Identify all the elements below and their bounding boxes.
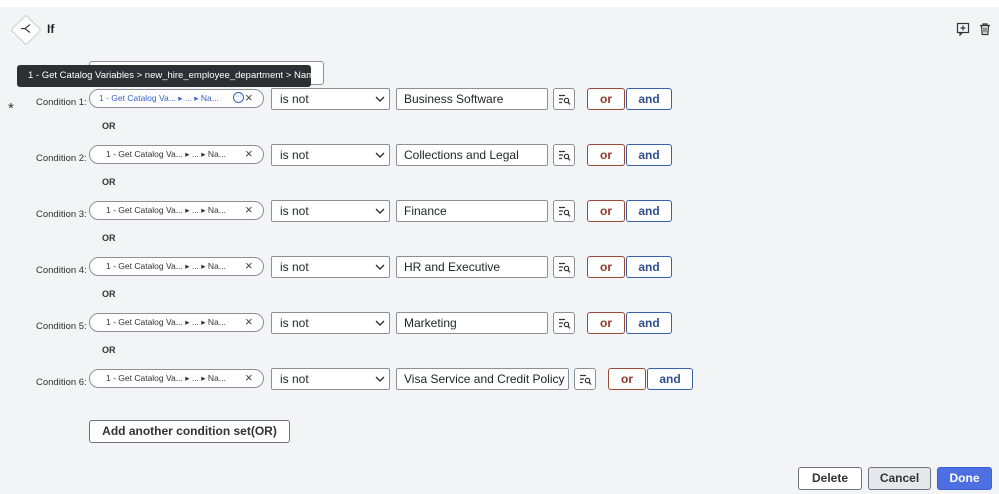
flow-if-panel: If 1 - Get Catalog Variables > new_hire_… (0, 7, 999, 494)
close-icon[interactable]: × (245, 259, 257, 272)
and-button[interactable]: and (647, 368, 693, 390)
or-separator: OR (102, 233, 116, 243)
and-button[interactable]: and (626, 88, 672, 110)
data-pill-picker-button[interactable] (553, 88, 575, 110)
operator-select[interactable]: is not (271, 88, 390, 110)
or-button[interactable]: or (587, 200, 625, 222)
operator-value: is not (280, 372, 309, 386)
delete-button[interactable]: Delete (798, 467, 862, 490)
data-pill-text: 1 - Get Catalog Va... ▸ ... ▸ Na... (106, 317, 226, 327)
condition-value-input[interactable]: Business Software (396, 88, 548, 110)
chevron-down-icon (375, 96, 385, 102)
data-pill-picker-icon (559, 318, 571, 329)
condition-value-input[interactable]: Collections and Legal (396, 144, 548, 166)
data-pill-picker-button[interactable] (553, 200, 575, 222)
operator-select[interactable]: is not (271, 144, 390, 166)
step-title: If (47, 22, 55, 36)
data-pill-picker-button[interactable] (574, 368, 596, 390)
data-pill-text: 1 - Get Catalog Va... ▸ ... ▸ Na... (106, 373, 226, 383)
or-separator: OR (102, 177, 116, 187)
condition-value-text: Marketing (404, 316, 457, 330)
data-pill-field-4[interactable]: 1 - Get Catalog Va... ▸ ... ▸ Na... × (89, 257, 264, 276)
operator-value: is not (280, 260, 309, 274)
or-button[interactable]: or (587, 144, 625, 166)
data-pill-picker-button[interactable] (553, 256, 575, 278)
chevron-down-icon (375, 152, 385, 158)
more-icon[interactable]: ··· (233, 92, 244, 103)
condition-value-input[interactable]: Finance (396, 200, 548, 222)
data-pill-tooltip: 1 - Get Catalog Variables > new_hire_emp… (17, 65, 319, 87)
operator-select[interactable]: is not (271, 200, 390, 222)
data-pill-text: 1 - Get Catalog Va... ▸ ... ▸ Na... (99, 93, 219, 103)
or-button[interactable]: or (587, 256, 625, 278)
data-pill-picker-icon (559, 94, 571, 105)
condition-value-text: Business Software (404, 92, 504, 106)
or-separator: OR (102, 345, 116, 355)
condition-value-text: HR and Executive (404, 260, 501, 274)
close-icon[interactable]: × (245, 315, 257, 328)
or-button[interactable]: or (608, 368, 646, 390)
required-marker: * (8, 100, 14, 117)
condition-value-text: Visa Service and Credit Policy (404, 372, 565, 386)
and-button[interactable]: and (626, 312, 672, 334)
data-pill-text: 1 - Get Catalog Va... ▸ ... ▸ Na... (106, 261, 226, 271)
data-pill-picker-icon (559, 206, 571, 217)
done-button[interactable]: Done (937, 467, 992, 490)
or-separator: OR (102, 121, 116, 131)
add-comment-icon[interactable] (956, 22, 970, 36)
condition-label: Condition 4: (36, 265, 87, 276)
cancel-button[interactable]: Cancel (868, 467, 931, 490)
chevron-down-icon (375, 320, 385, 326)
data-pill-picker-icon (580, 374, 592, 385)
data-pill-text: 1 - Get Catalog Va... ▸ ... ▸ Na... (106, 205, 226, 215)
data-pill-field-1[interactable]: 1 - Get Catalog Va... ▸ ... ▸ Na... ··· … (89, 89, 264, 108)
data-pill-field-2[interactable]: 1 - Get Catalog Va... ▸ ... ▸ Na... × (89, 145, 264, 164)
operator-value: is not (280, 316, 309, 330)
or-separator: OR (102, 289, 116, 299)
close-icon[interactable]: × (245, 147, 257, 160)
close-icon[interactable]: × (245, 91, 257, 104)
and-button[interactable]: and (626, 256, 672, 278)
operator-select[interactable]: is not (271, 312, 390, 334)
trash-icon[interactable] (978, 22, 992, 36)
chevron-down-icon (375, 264, 385, 270)
branch-icon (10, 14, 42, 46)
or-button[interactable]: or (587, 88, 625, 110)
and-button[interactable]: and (626, 200, 672, 222)
condition-label: Condition 5: (36, 321, 87, 332)
data-pill-picker-button[interactable] (553, 144, 575, 166)
condition-value-text: Collections and Legal (404, 148, 519, 162)
data-pill-picker-icon (559, 150, 571, 161)
data-pill-field-6[interactable]: 1 - Get Catalog Va... ▸ ... ▸ Na... × (89, 369, 264, 388)
condition-value-input[interactable]: Marketing (396, 312, 548, 334)
data-pill-field-5[interactable]: 1 - Get Catalog Va... ▸ ... ▸ Na... × (89, 313, 264, 332)
condition-value-input[interactable]: Visa Service and Credit Policy (396, 368, 569, 390)
data-pill-field-3[interactable]: 1 - Get Catalog Va... ▸ ... ▸ Na... × (89, 201, 264, 220)
operator-value: is not (280, 204, 309, 218)
chevron-down-icon (375, 376, 385, 382)
chevron-down-icon (375, 208, 385, 214)
data-pill-picker-button[interactable] (553, 312, 575, 334)
condition-label: Condition 3: (36, 209, 87, 220)
condition-label: Condition 1: (36, 97, 87, 108)
data-pill-text: 1 - Get Catalog Va... ▸ ... ▸ Na... (106, 149, 226, 159)
condition-value-input[interactable]: HR and Executive (396, 256, 548, 278)
close-icon[interactable]: × (245, 371, 257, 384)
operator-select[interactable]: is not (271, 368, 390, 390)
and-button[interactable]: and (626, 144, 672, 166)
condition-label: Condition 6: (36, 377, 87, 388)
operator-select[interactable]: is not (271, 256, 390, 278)
operator-value: is not (280, 92, 309, 106)
operator-value: is not (280, 148, 309, 162)
or-button[interactable]: or (587, 312, 625, 334)
close-icon[interactable]: × (245, 203, 257, 216)
condition-value-text: Finance (404, 204, 447, 218)
data-pill-picker-icon (559, 262, 571, 273)
add-condition-set-button[interactable]: Add another condition set(OR) (89, 420, 290, 443)
condition-label: Condition 2: (36, 153, 87, 164)
